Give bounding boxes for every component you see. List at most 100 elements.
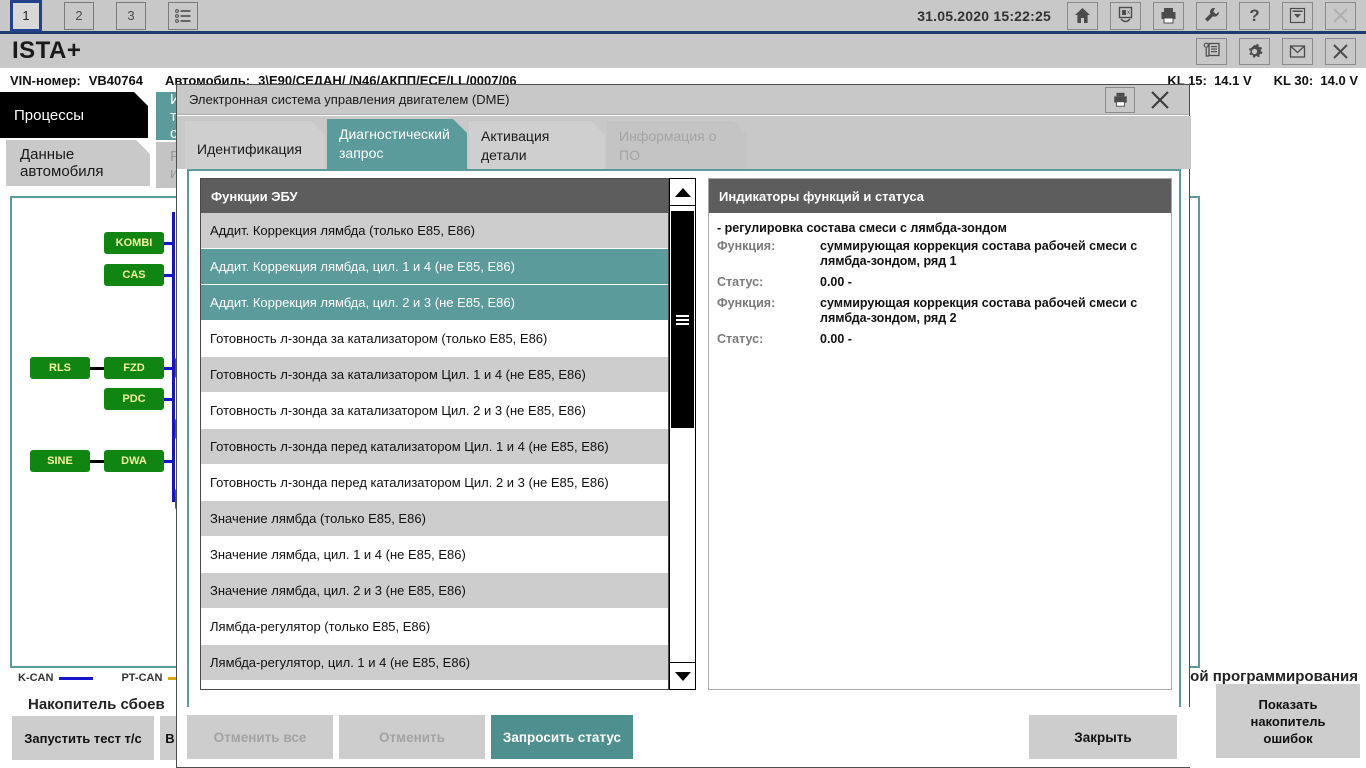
- ecu-node-kombi[interactable]: KOMBI: [104, 232, 164, 254]
- tab-diagnostic-request[interactable]: Диагностический запрос: [327, 119, 467, 169]
- session-tab-1-label: 1: [22, 8, 30, 23]
- function-list-scrollbar[interactable]: [669, 178, 696, 690]
- ecu-function-row-label: Значение лямбда, цил. 2 и 3 (не E85, E86…: [210, 583, 466, 598]
- ecu-node-sine[interactable]: SINE: [30, 450, 90, 472]
- ecu-function-list-rows: Аддит. Коррекция лямбда (только E85, E86…: [201, 213, 668, 689]
- status-key-1: Статус:: [717, 275, 764, 289]
- scroll-down-button[interactable]: [670, 662, 695, 689]
- ecu-function-row-label: Готовность л-зонда перед катализатором Ц…: [210, 475, 609, 490]
- session-tab-2-label: 2: [75, 8, 83, 23]
- nav-tab-processes-label: Процессы: [14, 106, 85, 124]
- session-overview-icon[interactable]: [1196, 37, 1227, 65]
- tab-component-activation[interactable]: Активация детали: [469, 121, 605, 169]
- app-brand-label: ISTA+: [12, 37, 82, 64]
- bus-stub: [164, 274, 174, 277]
- nav-tab-processes[interactable]: Процессы: [0, 92, 148, 138]
- dialog-footer: Отменить все Отменить Запросить статус З…: [177, 707, 1191, 767]
- legend-k-can-swatch: [59, 676, 94, 680]
- scrollbar-grip-icon: [676, 315, 689, 325]
- tab-software-info-label: Информация о ПО: [619, 128, 717, 163]
- dialog-header: Электронная система управления двигателе…: [177, 85, 1189, 115]
- ecu-function-row-label: Готовность л-зонда перед катализатором Ц…: [210, 439, 609, 454]
- ecu-node-label: CAS: [122, 269, 146, 281]
- ecu-node-pdc[interactable]: PDC: [104, 388, 164, 410]
- cancel-button: Отменить: [339, 715, 485, 759]
- print-icon[interactable]: [1105, 86, 1135, 113]
- ecu-function-row-label: Аддит. Коррекция лямбда, цил. 2 и 3 (не …: [210, 295, 515, 310]
- cancel-all-button: Отменить все: [187, 715, 333, 759]
- list-icon[interactable]: [168, 1, 198, 30]
- start-vehicle-test-button[interactable]: Запустить тест т/с: [12, 716, 154, 760]
- request-status-button[interactable]: Запросить статус: [491, 715, 633, 759]
- session-tab-3-label: 3: [127, 8, 135, 23]
- tab-identification[interactable]: Идентификация: [185, 121, 325, 169]
- ecu-node-fzd[interactable]: FZD: [104, 357, 164, 379]
- dme-dialog: Электронная система управления двигателе…: [176, 84, 1191, 768]
- legend-pt-can-label: PT-CAN: [121, 672, 163, 684]
- close-icon[interactable]: [1325, 1, 1356, 30]
- ecu-function-row[interactable]: Готовность л-зонда за катализатором Цил.…: [201, 393, 668, 429]
- wrench-icon[interactable]: [1196, 1, 1227, 30]
- ecu-node-label: PDC: [122, 393, 146, 405]
- ecu-function-row[interactable]: Значение лямбда, цил. 2 и 3 (не E85, E86…: [201, 573, 668, 609]
- ecu-node-cas[interactable]: CAS: [104, 264, 164, 286]
- status-entry-grid: Функция: суммирующая коррекция состава р…: [717, 239, 1163, 347]
- ecu-node-label: SINE: [47, 455, 73, 467]
- print-icon[interactable]: [1153, 1, 1184, 30]
- ecu-function-row-label: Готовность л-зонда за катализатором (тол…: [210, 331, 548, 346]
- ecu-function-row[interactable]: Готовность л-зонда за катализатором Цил.…: [201, 357, 668, 393]
- ecu-function-row[interactable]: Лямбда-регулятор (только E85, E86): [201, 609, 668, 645]
- dialog-body: Функции ЭБУ Аддит. Коррекция лямбда (тол…: [187, 169, 1181, 709]
- close-icon[interactable]: [1325, 37, 1356, 65]
- close-icon[interactable]: [1145, 87, 1175, 113]
- ecu-function-row[interactable]: Значение лямбда, цил. 1 и 4 (не E85, E86…: [201, 537, 668, 573]
- session-tab-1[interactable]: 1: [10, 0, 42, 32]
- status-value-1: 0.00 -: [820, 275, 852, 289]
- ecu-function-row[interactable]: Аддит. Коррекция лямбда (только E85, E86…: [201, 213, 668, 249]
- ecu-function-row-label: Готовность л-зонда за катализатором Цил.…: [210, 403, 586, 418]
- nav-tab-vehicle-data-label: Данные автомобиля: [20, 146, 104, 180]
- ecu-function-row[interactable]: Аддит. Коррекция лямбда, цил. 2 и 3 (не …: [201, 285, 668, 321]
- kl30-value: 14.0 V: [1320, 72, 1358, 88]
- close-button[interactable]: Закрыть: [1029, 715, 1177, 759]
- tab-component-activation-label: Активация детали: [481, 128, 550, 163]
- ecu-function-row-label: Готовность л-зонда за катализатором Цил.…: [210, 367, 586, 382]
- svg-text:x: x: [1127, 10, 1130, 16]
- vehicle-id-icon[interactable]: x: [1110, 1, 1141, 30]
- app-title-bar: ISTA+: [0, 34, 1366, 68]
- home-icon[interactable]: [1067, 1, 1098, 30]
- request-status-label: Запросить статус: [502, 729, 622, 745]
- mail-icon[interactable]: [1282, 37, 1313, 65]
- show-fault-memory-button[interactable]: Показать накопитель ошибок: [1216, 684, 1360, 758]
- ecu-function-row[interactable]: Аддит. Коррекция лямбда, цил. 1 и 4 (не …: [201, 249, 668, 285]
- session-tab-3[interactable]: 3: [116, 1, 146, 30]
- help-icon[interactable]: ?: [1239, 1, 1270, 30]
- ecu-function-row[interactable]: Значение лямбда (только E85, E86): [201, 501, 668, 537]
- kl30-readout: KL 30: 14.0 V: [1274, 73, 1358, 88]
- minimize-icon[interactable]: [1282, 1, 1313, 30]
- scrollbar-thumb[interactable]: [671, 211, 694, 428]
- secondary-test-label: В: [165, 730, 175, 746]
- cancel-all-label: Отменить все: [213, 729, 307, 745]
- connector-line: [90, 460, 104, 463]
- scroll-up-button[interactable]: [670, 179, 695, 206]
- session-tab-2[interactable]: 2: [64, 1, 94, 30]
- ecu-function-list-header: Функции ЭБУ: [201, 179, 668, 213]
- scrollbar-track[interactable]: [670, 207, 695, 661]
- programming-title: ной программирования: [1181, 668, 1358, 685]
- fault-memory-title: Накопитель сбоев: [28, 696, 165, 713]
- ecu-node-rls[interactable]: RLS: [30, 357, 90, 379]
- status-key-2: Статус:: [717, 332, 764, 346]
- bus-legend: K-CAN PT-CAN: [18, 672, 203, 684]
- ecu-function-row[interactable]: Готовность л-зонда за катализатором (тол…: [201, 321, 668, 357]
- connector-line: [90, 367, 104, 370]
- nav-tab-vehicle-data[interactable]: Данные автомобиля: [6, 140, 150, 186]
- close-label: Закрыть: [1074, 729, 1132, 745]
- ecu-function-row[interactable]: Готовность л-зонда перед катализатором Ц…: [201, 429, 668, 465]
- vin-value: VB40764: [88, 72, 143, 88]
- chevron-down-icon: [674, 671, 691, 681]
- ecu-function-row[interactable]: Лямбда-регулятор, цил. 1 и 4 (не E85, E8…: [201, 645, 668, 681]
- ecu-node-dwa[interactable]: DWA: [104, 450, 164, 472]
- ecu-function-row[interactable]: Готовность л-зонда перед катализатором Ц…: [201, 465, 668, 501]
- gear-icon[interactable]: [1239, 37, 1270, 65]
